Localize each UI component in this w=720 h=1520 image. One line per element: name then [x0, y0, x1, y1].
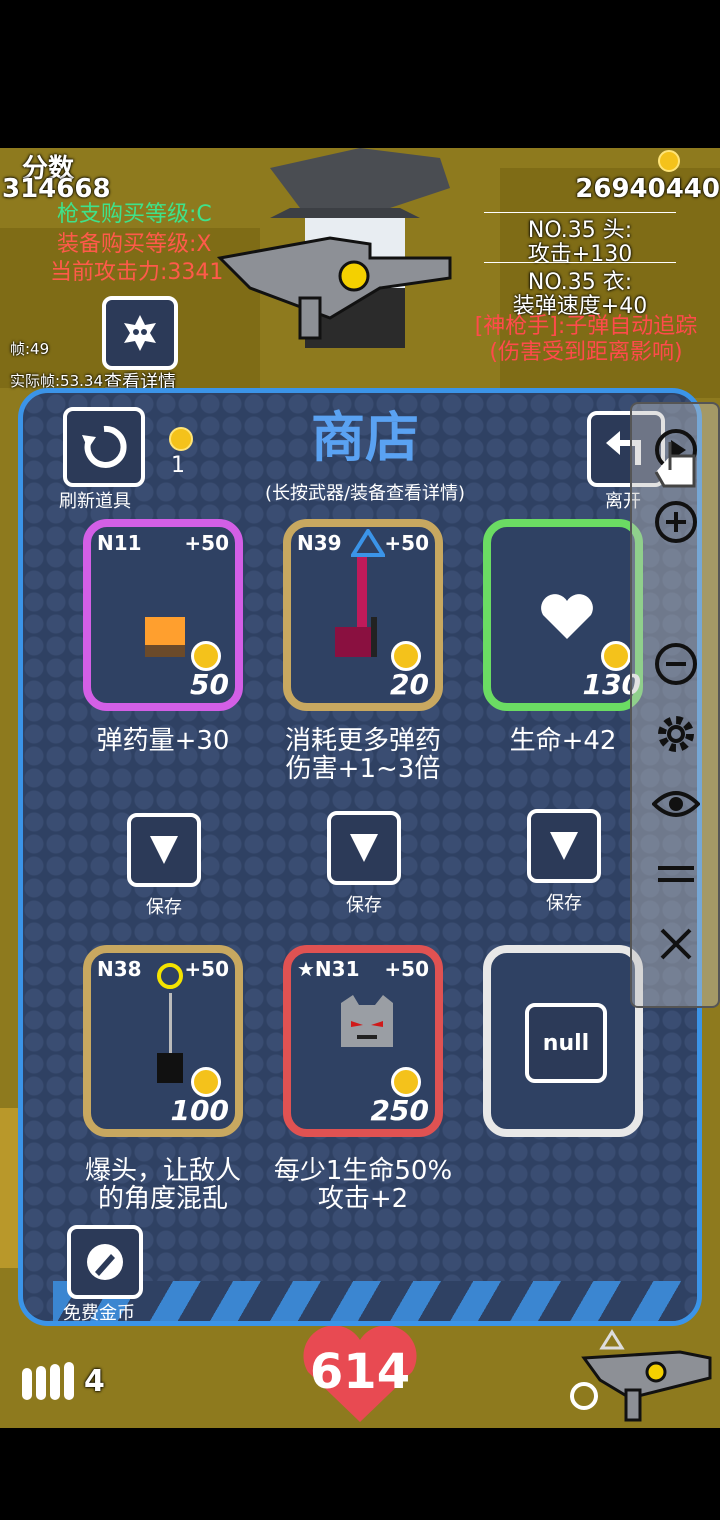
item-bonus: +50 — [384, 531, 429, 555]
item-desc: 的角度混乱 — [97, 1184, 228, 1214]
item-bonus: +50 — [184, 957, 229, 981]
heart-icon — [541, 594, 593, 639]
shop-item-n38[interactable]: N38 +50 100 — [83, 945, 243, 1137]
eye-icon[interactable] — [652, 780, 700, 828]
shop-panel: 商店 (长按武器/装备查看详情) 刷新道具 1 离开 N11 +50 50 N3… — [18, 388, 702, 1326]
gun-level: 枪支购买等级:C — [57, 202, 212, 227]
triangle-rank-icon — [351, 529, 385, 557]
equipped-gun-icon[interactable] — [570, 1328, 720, 1428]
skull-badge-icon — [124, 315, 156, 351]
item-price: 50 — [190, 668, 229, 701]
item-price: 100 — [170, 1094, 229, 1127]
save-button[interactable] — [527, 809, 601, 883]
gold-coin-icon — [601, 641, 631, 671]
save-label: 保存 — [546, 893, 582, 914]
down-triangle-icon — [350, 834, 378, 862]
free-gold-label: 免费金币 — [63, 1303, 135, 1324]
gold-total: 26940440 — [575, 174, 720, 204]
game-scene: 分数 314668 枪支购买等级:C 装备购买等级:X 当前攻击力:3341 2… — [0, 148, 720, 1428]
down-triangle-icon — [150, 836, 178, 864]
item-price: 250 — [370, 1094, 429, 1127]
close-icon[interactable] — [652, 920, 700, 968]
zoom-in-icon[interactable] — [652, 498, 700, 546]
item-code: N39 — [297, 531, 342, 555]
attack-power: 当前攻击力:3341 — [50, 260, 224, 285]
fps-counter: 帧:49 — [10, 340, 50, 358]
gold-coin-icon — [391, 1067, 421, 1097]
gold-coin-icon — [658, 150, 680, 172]
item-desc: 伤害+1~3倍 — [285, 754, 441, 784]
item-bonus: +50 — [184, 531, 229, 555]
gold-coin-icon — [391, 641, 421, 671]
shop-item-life[interactable]: 130 — [483, 519, 643, 711]
shop-item-n31[interactable]: ★N31 +50 250 — [283, 945, 443, 1137]
null-icon: null — [525, 1003, 607, 1083]
gold-coin-icon — [191, 641, 221, 671]
crimson-gun-icon — [335, 557, 377, 657]
shop-item-n11[interactable]: N11 +50 50 — [83, 519, 243, 711]
shop-item-empty[interactable]: null — [483, 945, 643, 1137]
save-label: 保存 — [146, 897, 182, 918]
hp-value: 614 — [309, 1344, 411, 1400]
null-label: null — [542, 1030, 590, 1056]
hand-pointer-icon — [654, 442, 696, 488]
refresh-label: 刷新道具 — [59, 491, 131, 512]
down-triangle-icon — [550, 832, 578, 860]
shop-floor-stripes — [53, 1281, 683, 1321]
character-detail-button[interactable] — [102, 296, 178, 370]
refresh-cost: 1 — [171, 453, 185, 478]
gold-coin-icon — [169, 427, 193, 451]
bullet-icon — [87, 1244, 123, 1280]
ammo-box-icon — [145, 617, 185, 657]
shop-item-n39[interactable]: N39 +50 20 — [283, 519, 443, 711]
item-desc: 攻击+2 — [317, 1184, 409, 1214]
refresh-button[interactable] — [63, 407, 145, 487]
item-desc: 弹药量+30 — [96, 726, 230, 756]
gear-icon[interactable] — [652, 710, 700, 758]
refresh-icon — [82, 425, 127, 468]
player-character — [216, 148, 452, 348]
item-bonus: +50 — [384, 957, 429, 981]
free-gold-button[interactable] — [67, 1225, 143, 1299]
ammo-icon — [22, 1362, 74, 1400]
item-desc: 每少1生命50% — [273, 1156, 453, 1186]
item-code: N11 — [97, 531, 142, 555]
item-desc: 消耗更多弹药 — [284, 726, 441, 756]
skill-line1: [神枪手]:子弹自动追踪 — [474, 314, 698, 339]
item-price: 20 — [390, 668, 429, 701]
demon-mask-icon — [341, 995, 393, 1047]
item-code: ★N31 — [297, 957, 360, 981]
save-button[interactable] — [327, 811, 401, 885]
ring-rank-icon — [157, 963, 183, 989]
item-code: N38 — [97, 957, 142, 981]
skill-line2: (伤害受到距离影响) — [489, 340, 683, 365]
gold-coin-icon — [191, 1067, 221, 1097]
ammo-count: 4 — [84, 1364, 105, 1399]
divider — [484, 262, 676, 263]
menu-icon[interactable] — [652, 850, 700, 898]
save-label: 保存 — [346, 895, 382, 916]
item-desc: 爆头，让敌人 — [84, 1156, 241, 1186]
save-button[interactable] — [127, 813, 201, 887]
zoom-out-icon[interactable] — [652, 640, 700, 688]
sniper-gun-icon — [157, 993, 183, 1083]
